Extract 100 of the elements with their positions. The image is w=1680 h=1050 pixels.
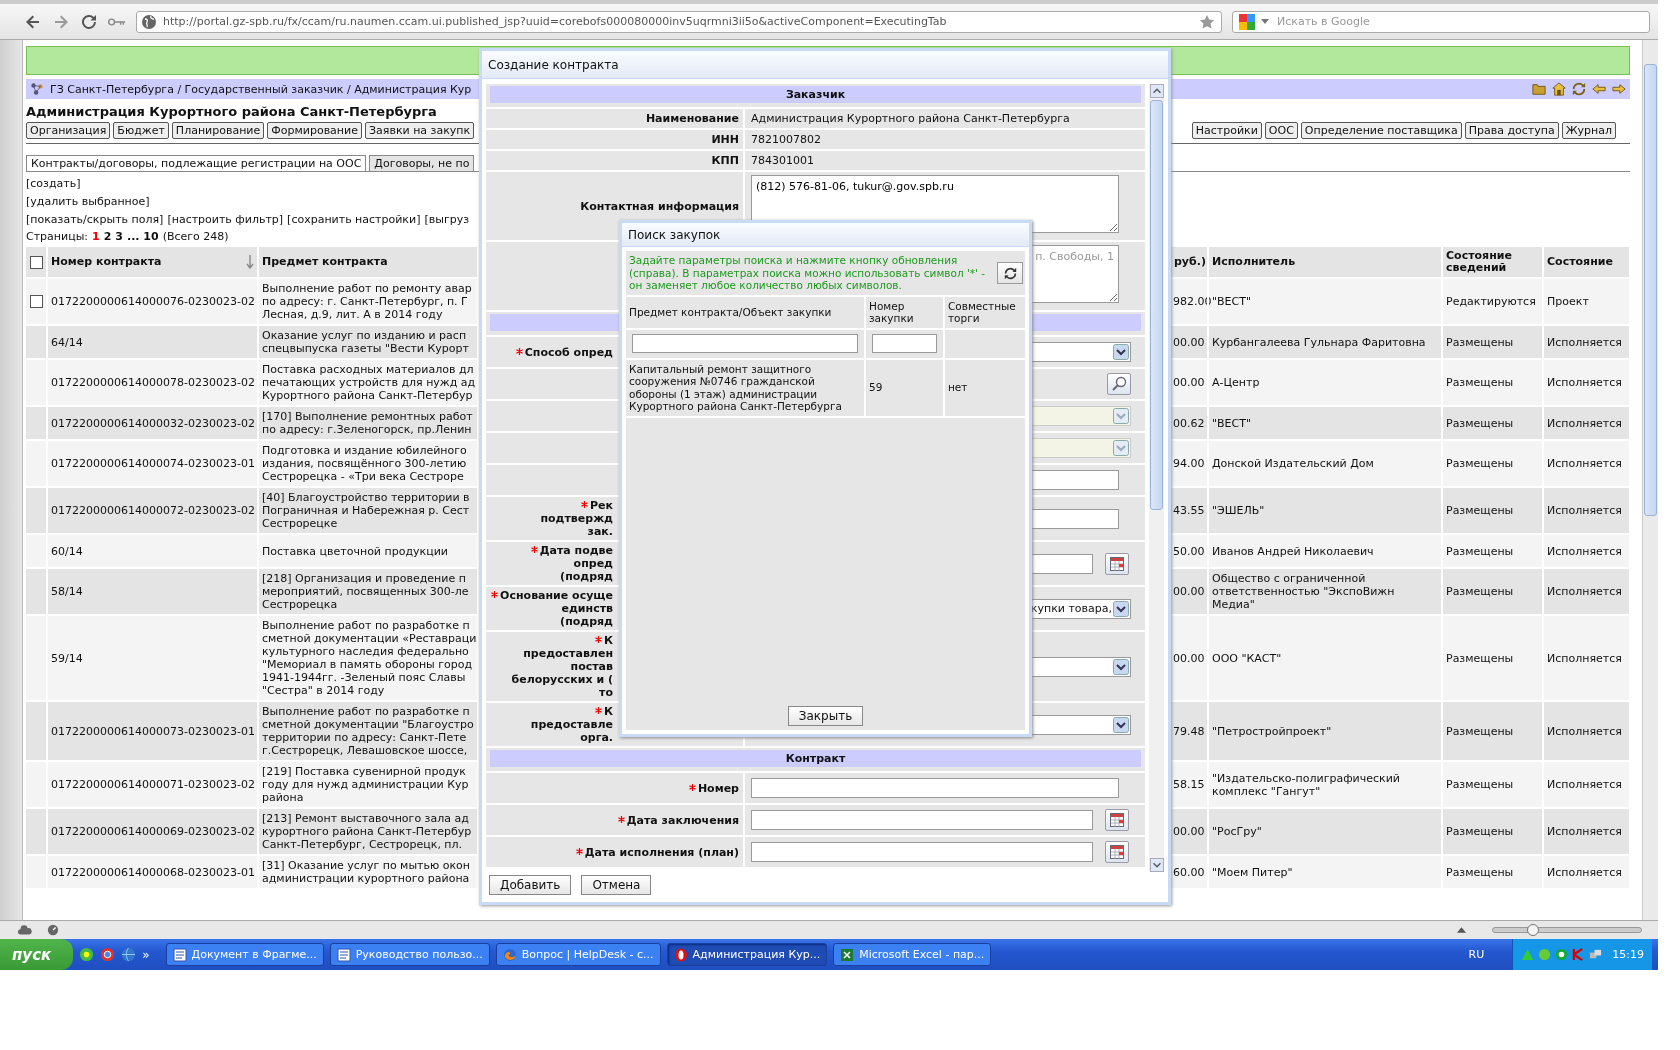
table-cell: Курбангалеева Гульнара Фаритовна [1212, 335, 1426, 349]
table-cell: 00.00 [1173, 651, 1205, 665]
total-count: (Всего 248) [162, 230, 229, 243]
table-cell: Размещены [1446, 335, 1514, 349]
field-label: КПП [711, 154, 739, 167]
table-cell: Исполняется [1547, 585, 1622, 598]
field-label: Основание осуще единств (подряд [491, 589, 613, 628]
table-cell-text: Общество с ограниченной ответственностью "ЭкспоВижн Медиа" [1212, 572, 1396, 611]
table-cell: Поставка цветочной продукции [262, 544, 448, 558]
field-label: Способ опред [515, 345, 613, 359]
table-cell-text: "Издательско-полиграфический комплекс "Гангут" [1212, 771, 1401, 798]
table-cell: [219] Поставка сувенирной продук году для нужд администрации Кур района [262, 765, 469, 804]
table-cell: ООО "КАСТ" [1212, 651, 1282, 665]
table-cell: Исполняется [1547, 825, 1622, 838]
table-cell: Исполняется [1547, 416, 1622, 430]
table-cell: 0172200000614000073-0230023-01 [51, 724, 255, 738]
table-cell: Размещены [1446, 416, 1514, 430]
table-cell: 0172200000614000071-0230023-02 [51, 778, 255, 791]
table-cell: Донской Издательский Дом [1212, 457, 1374, 470]
table-cell: 60/14 [51, 544, 83, 558]
table-cell: 58.15 [1173, 778, 1205, 791]
table-cell: 58/14 [51, 585, 83, 598]
table-cell: А-Центр [1212, 376, 1260, 389]
table-cell: 43.55 [1173, 504, 1205, 517]
table-cell: [218] Организация и проведение п мероприятий, посвященных 300-ле Сестрорецка [262, 572, 469, 611]
table-cell: Редактируются [1446, 295, 1536, 308]
table-cell: Исполняется [1547, 724, 1622, 738]
table-cell: Исполняется [1547, 778, 1622, 791]
field-label: Наименование [645, 112, 739, 125]
table-cell: 0172200000614000078-0230023-02 [51, 376, 255, 389]
table-cell: 0172200000614000069-0230023-02 [51, 825, 255, 838]
table-cell: 00.62 [1173, 416, 1205, 430]
field-value: Администрация Курортного района Санкт-Петербурга [751, 112, 1070, 125]
table-cell: 79.48 [1173, 724, 1205, 738]
table-cell: [213] Ремонт выставочного зала ад курортного района Санкт-Петербур Санкт-Петербург, Сестрорецк, пл. [262, 812, 472, 851]
table-cell: [170] Выполнение ремонтных работ по адресу: г.Зеленогорск, пр.Ленин [262, 410, 473, 436]
table-cell: 0172200000614000074-0230023-01 [51, 457, 255, 470]
table-cell: 50.00 [1173, 544, 1205, 558]
field-label: Контактная информация [580, 199, 739, 213]
table-cell: 60.00 [1173, 865, 1205, 879]
table-cell: Выполнение работ по разработке п сметной документации "Благоустро территории по адресу: Санкт-Пете г.Сестрорецк, Левашовское шоссе, [262, 705, 474, 757]
table-cell: Размещены [1446, 651, 1514, 665]
table-cell: Исполняется [1547, 544, 1622, 558]
field-label: К предоставле орга. [530, 705, 613, 744]
table-cell: 00.00 [1173, 585, 1205, 598]
section-header: Заказчик [490, 86, 1141, 103]
table-cell: 00.00 [1173, 335, 1205, 349]
clock: 15:19 [1612, 948, 1644, 961]
table-cell: Размещены [1446, 585, 1514, 598]
table-cell: Исполняется [1547, 651, 1622, 665]
section-header: Контракт [490, 750, 1141, 767]
field-label: Дата исполнения (план) [575, 845, 739, 859]
field-label: Дата подве опред (подряд [530, 544, 613, 583]
table-cell: [40] Благоустройство территории в Пограничная и Набережная р. Сест Сестрорецке [262, 491, 470, 530]
table-cell: Иванов Андрей Николаевич [1212, 544, 1374, 558]
pages-label: Страницы: [26, 230, 89, 243]
table-cell: 59/14 [51, 651, 83, 665]
table-cell: Исполняется [1547, 335, 1622, 349]
table-cell: Размещены [1446, 376, 1514, 389]
table-cell: Исполняется [1547, 865, 1622, 879]
table-cell: Размещены [1446, 724, 1514, 738]
table-cell: 982.00 [1173, 295, 1212, 308]
field-label: К предоставлен постав белорусских и ( то [511, 634, 613, 699]
table-cell: "РосГру" [1212, 825, 1262, 838]
table-cell: Размещены [1446, 457, 1514, 470]
table-cell: Исполняется [1547, 504, 1622, 517]
table-cell: 0172200000614000072-0230023-02 [51, 504, 255, 517]
table-cell: 94.00 [1173, 457, 1205, 470]
table-cell: Размещены [1446, 504, 1514, 517]
field-label: ИНН [711, 133, 739, 146]
table-cell: "ЭШЕЛЬ" [1212, 504, 1265, 517]
table-cell: 64/14 [51, 335, 83, 349]
table-cell: Размещены [1446, 544, 1514, 558]
table-cell: "ВЕСТ" [1212, 295, 1251, 308]
table-cell: Выполнение работ по разработке п сметной документации «Реставраци культурного наследия федерально "Мемориал в память обороны город 1941-1944гг. -Зеленый пояс Славы "Сестра" в 2014 году [262, 619, 477, 697]
table-cell: 0172200000614000068-0230023-01 [51, 865, 255, 879]
table-cell: Подготовка и издание юбилейного издания, посвящённого 300-летию Сестрорецка - «Три века Сестроре [262, 444, 467, 483]
table-cell: 00.00 [1173, 376, 1205, 389]
field-value: 784301001 [751, 154, 814, 167]
table-cell: "Петростройпроект" [1212, 724, 1332, 738]
table-cell: Поставка расходных материалов дл печатающих устройств для нужд ад Курортного района Санкт-Петербур [262, 363, 476, 402]
table-cell: Оказание услуг по изданию и расп спецвыпуска газеты "Вести Курорт [262, 329, 469, 355]
table-cell: Размещены [1446, 778, 1514, 791]
table-cell: "Моем Питер" [1212, 865, 1293, 879]
table-cell: Исполняется [1547, 457, 1622, 470]
field-value: 7821007802 [751, 133, 821, 146]
dialog-title: Создание контракта [482, 51, 1168, 79]
table-cell: "ВЕСТ" [1212, 416, 1251, 430]
table-cell: 00.00 [1173, 825, 1205, 838]
dialog-title: Поиск закупок [622, 223, 1029, 247]
table-cell: Выполнение работ по ремонту авар по адресу: г. Санкт-Петербург, п. Г Лесная, д.9, лит. А в 2014 году [262, 282, 472, 321]
field-label: Дата заключения [617, 813, 739, 827]
table-cell: [31] Оказание услуг по мытью окон администрации курортного района [262, 859, 471, 885]
page-title: Администрация Курортного района Санкт-Петербурга [26, 104, 437, 119]
field-label: Номер [688, 781, 739, 795]
table-cell: Исполняется [1547, 376, 1622, 389]
table-cell: 0172200000614000032-0230023-02 [51, 416, 255, 430]
table-cell: Проект [1547, 295, 1589, 308]
table-cell: 0172200000614000076-0230023-02 [51, 295, 255, 308]
field-label: Рек подтвержд зак. [540, 499, 613, 538]
